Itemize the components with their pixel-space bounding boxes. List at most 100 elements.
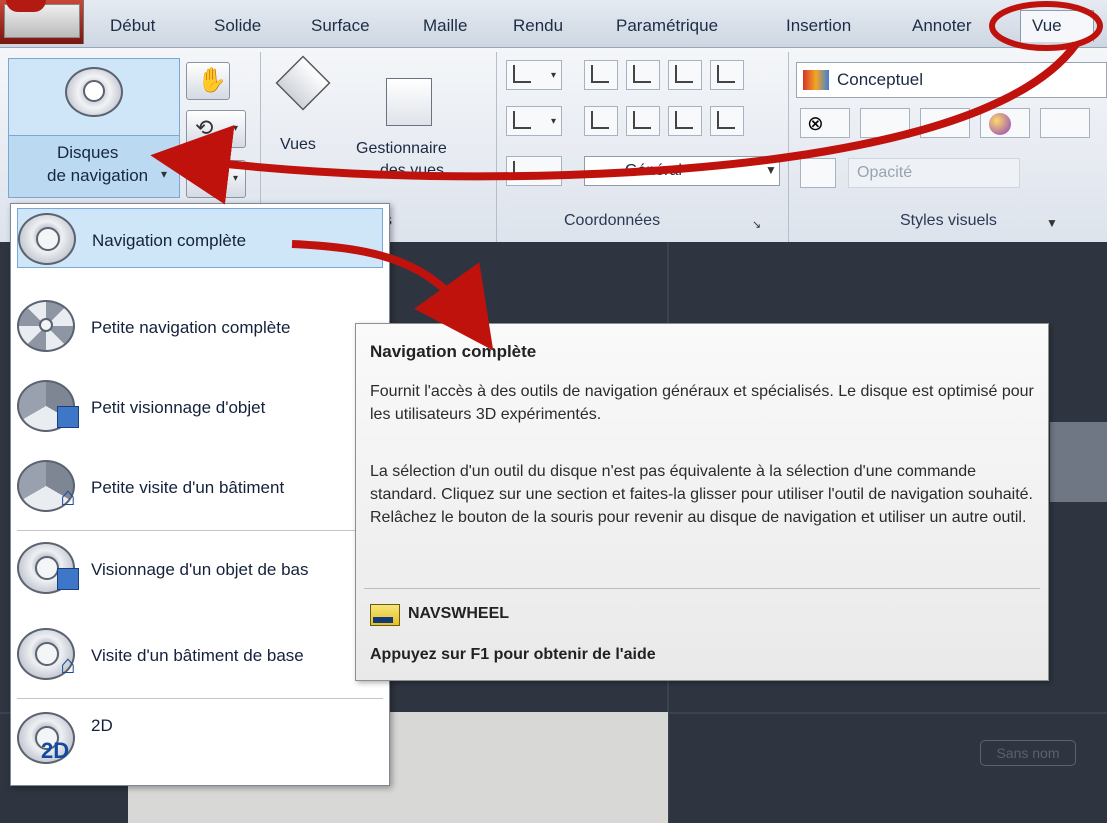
menu-item-2d[interactable]: 2D 2D xyxy=(17,708,383,768)
views-cube-icon xyxy=(275,55,331,111)
navigation-wheels-menu: Navigation complète Petite navigation co… xyxy=(10,203,390,786)
tab-vue[interactable]: Vue xyxy=(1032,16,1062,36)
2d-badge: 2D xyxy=(41,738,70,763)
autocad-logo-icon xyxy=(6,0,46,12)
tooltip-title: Navigation complète xyxy=(370,342,537,361)
tooltip: Navigation complète Fournit l'accès à de… xyxy=(355,323,1049,681)
tab-debut[interactable]: Début xyxy=(110,16,155,36)
ucs-view-button[interactable] xyxy=(668,60,702,90)
pan-hand-icon: ✋ xyxy=(197,67,227,94)
panel-title-visual-styles: Styles visuels xyxy=(900,212,997,229)
menu-divider xyxy=(17,530,383,531)
tab-solide[interactable]: Solide xyxy=(214,16,261,36)
zoom-button[interactable]: ▾ xyxy=(186,160,246,198)
tooltip-command: NAVSWHEEL xyxy=(408,605,510,622)
dialog-launcher-icon[interactable]: ↘ xyxy=(752,218,761,231)
visual-style-swatch-icon xyxy=(803,70,829,90)
ucs-previous-button[interactable] xyxy=(584,106,618,136)
visual-style-combo[interactable]: Conceptuel xyxy=(796,62,1107,98)
ucs-previous-icon xyxy=(591,111,609,129)
command-window-icon xyxy=(370,604,400,626)
ucs-display-icon xyxy=(513,161,531,179)
menu-item-label: Navigation complète xyxy=(92,231,247,250)
tab-rendu[interactable]: Rendu xyxy=(513,16,563,36)
ucs-z-button[interactable] xyxy=(668,106,702,136)
opacity-icon-button[interactable] xyxy=(800,158,836,188)
ribbon-separator xyxy=(496,52,497,248)
tab-parametrique[interactable]: Paramétrique xyxy=(616,16,718,36)
ucs-combo-value: Général xyxy=(625,162,682,179)
ucs-world-button[interactable] xyxy=(626,60,660,90)
menu-item-label: Petit visionnage d'objet xyxy=(91,398,266,417)
views-button-label[interactable]: Vues xyxy=(280,136,316,154)
cube-icon xyxy=(57,568,79,590)
ucs-named-icon xyxy=(591,65,609,83)
menu-item-label: 2D xyxy=(91,716,113,735)
panel-title-coordinates: Coordonnées xyxy=(564,212,661,229)
mini-full-navigation-wheel-icon xyxy=(17,300,75,352)
full-navigation-wheel-icon xyxy=(18,213,76,265)
ribbon-tab-bar: Début Solide Surface Maille Rendu Paramé… xyxy=(0,0,1107,48)
materials-button[interactable] xyxy=(920,108,970,138)
menu-item-full-navigation[interactable]: Navigation complète xyxy=(17,208,383,268)
edge-effects-button[interactable] xyxy=(1040,108,1090,138)
chevron-down-icon: ▾ xyxy=(161,167,168,181)
view-manager-label-line2: des vues xyxy=(380,162,445,179)
menu-item-view-object[interactable]: Visionnage d'un objet de bas xyxy=(17,538,383,598)
application-menu-button[interactable] xyxy=(0,0,84,44)
tab-insertion[interactable]: Insertion xyxy=(786,16,851,36)
viewport-label[interactable]: Sans nom xyxy=(980,740,1076,766)
opacity-placeholder: Opacité xyxy=(857,164,913,181)
tab-annoter[interactable]: Annoter xyxy=(912,16,972,36)
tooltip-divider xyxy=(364,588,1040,589)
house-icon: ⌂ xyxy=(60,649,76,679)
ucs-origin-button[interactable]: ▾ xyxy=(506,60,562,90)
nav-button-label-line1: Disques xyxy=(57,143,119,162)
chevron-down-icon[interactable]: ▼ xyxy=(1046,216,1058,230)
cube-icon xyxy=(57,406,79,428)
tab-surface[interactable]: Surface xyxy=(311,16,370,36)
shadows-button[interactable] xyxy=(860,108,910,138)
nav-button-label-line2: de navigation xyxy=(47,166,149,185)
xray-button[interactable]: ⊗ xyxy=(800,108,850,138)
menu-item-mini-full-navigation[interactable]: Petite navigation complète xyxy=(17,296,383,356)
ucs-x-button[interactable]: ▾ xyxy=(506,106,562,136)
orbit-icon: ⟲ xyxy=(195,115,214,140)
ucs-world-icon xyxy=(633,65,651,83)
menu-item-tour-building[interactable]: ⌂ Visite d'un bâtiment de base xyxy=(17,624,383,684)
ucs-view-icon xyxy=(675,65,693,83)
ucs-x-icon xyxy=(513,111,531,129)
chevron-down-icon: ▾ xyxy=(551,116,557,127)
ucs-icon-button[interactable] xyxy=(506,156,562,186)
menu-item-label: Visite d'un bâtiment de base xyxy=(91,646,304,665)
ucs-y-icon xyxy=(633,111,651,129)
ucs-3point-button[interactable] xyxy=(710,106,744,136)
tab-maille[interactable]: Maille xyxy=(423,16,467,36)
ucs-y-button[interactable] xyxy=(626,106,660,136)
view-manager-label-line1[interactable]: Gestionnaire xyxy=(356,140,447,158)
pan-hand-button[interactable]: ✋ xyxy=(186,62,230,100)
ucs-combo[interactable]: Général ▼ xyxy=(584,156,780,186)
ribbon-separator xyxy=(788,52,789,248)
orbit-button[interactable]: ⟲ ▾ xyxy=(186,110,246,148)
menu-item-mini-tour-building[interactable]: ⌂ Petite visite d'un bâtiment xyxy=(17,456,383,516)
lights-button[interactable] xyxy=(980,108,1030,138)
ucs-named-button[interactable] xyxy=(584,60,618,90)
view-manager-icon xyxy=(386,78,432,126)
chevron-down-icon: ▾ xyxy=(233,173,239,184)
chevron-down-icon: ▾ xyxy=(551,70,557,81)
menu-item-label: Petite visite d'un bâtiment xyxy=(91,478,285,497)
ucs-globe-button[interactable] xyxy=(710,60,744,90)
ucs-globe-icon xyxy=(717,65,735,83)
menu-divider xyxy=(17,698,383,699)
opacity-field[interactable]: Opacité xyxy=(848,158,1020,188)
menu-item-mini-view-object[interactable]: Petit visionnage d'objet xyxy=(17,376,383,436)
tooltip-help: Appuyez sur F1 pour obtenir de l'aide xyxy=(370,646,656,663)
house-icon: ⌂ xyxy=(60,481,76,511)
xray-sphere-icon: ⊗ xyxy=(807,113,824,135)
navigation-wheels-split-button[interactable]: Disques de navigation ▾ xyxy=(8,58,180,198)
screenshot: Début Solide Surface Maille Rendu Paramé… xyxy=(0,0,1107,823)
sphere-icon xyxy=(989,113,1011,135)
viewcube-fragment xyxy=(1050,422,1107,502)
steering-wheel-icon xyxy=(65,67,123,117)
